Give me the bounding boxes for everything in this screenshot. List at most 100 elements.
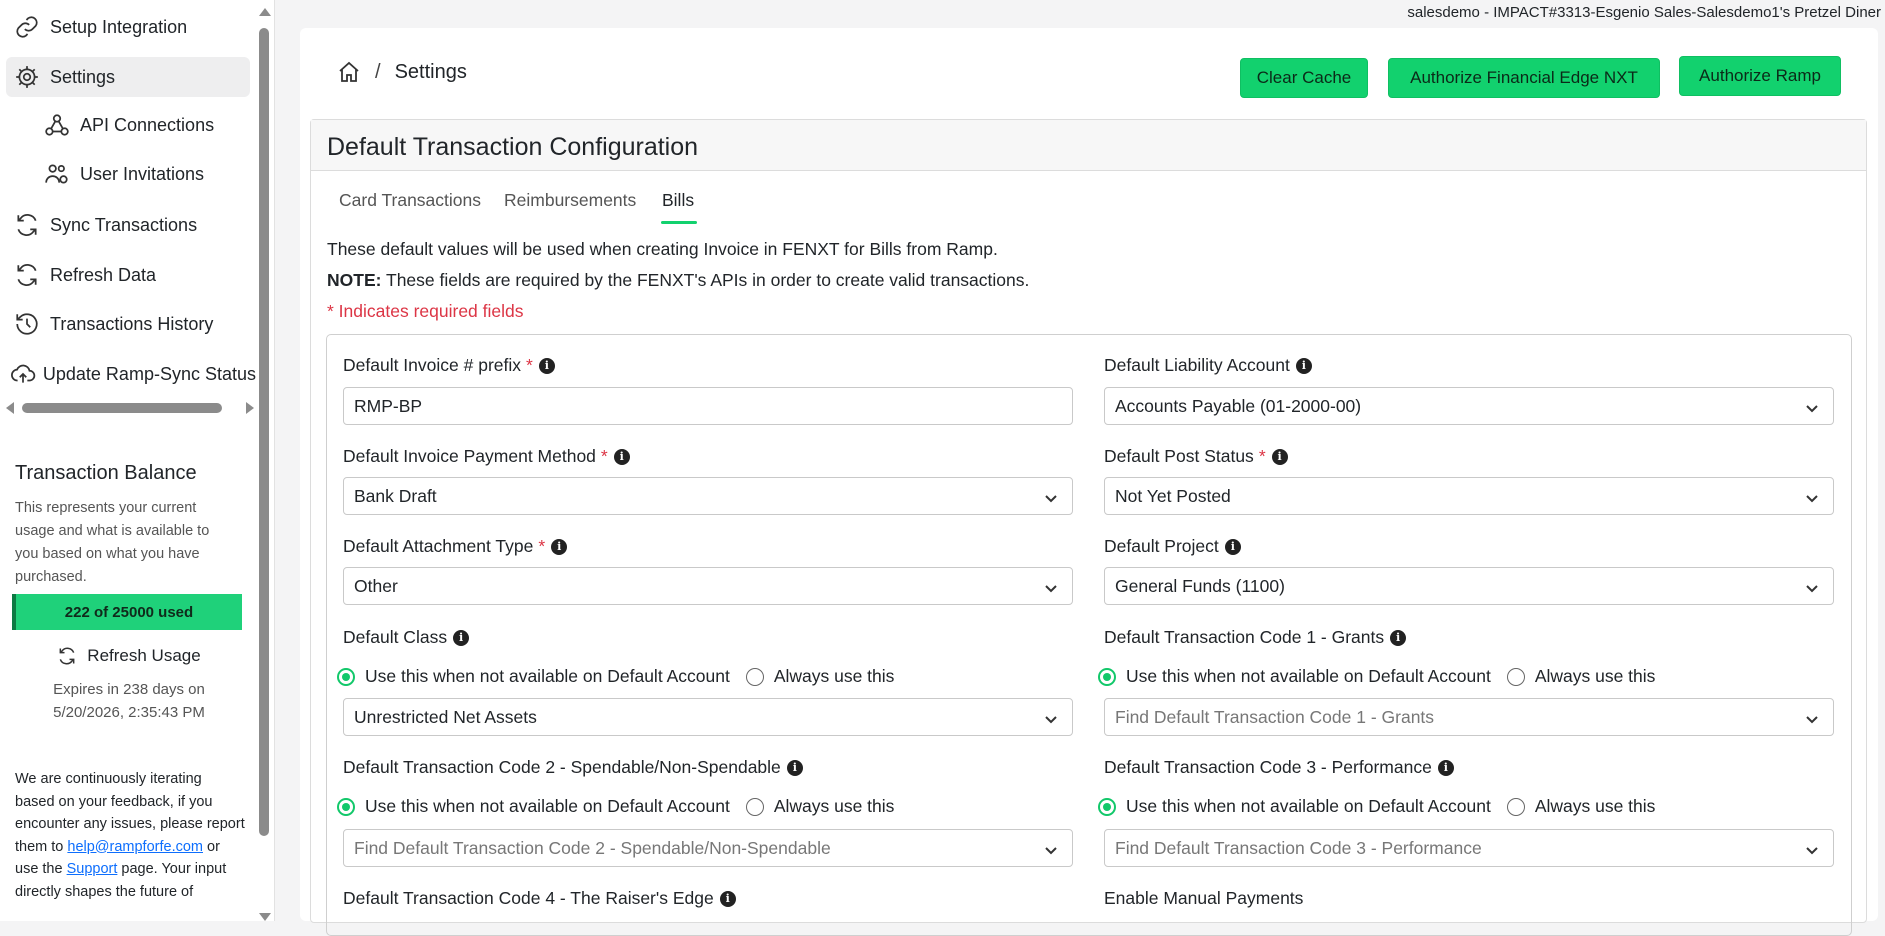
- info-icon[interactable]: i: [613, 448, 630, 465]
- label-text: Default Post Status: [1104, 446, 1254, 466]
- info-icon[interactable]: i: [1390, 629, 1407, 646]
- select-placeholder: Find Default Transaction Code 1 - Grants: [1115, 706, 1435, 727]
- scroll-left-arrow-icon[interactable]: [6, 402, 14, 414]
- radio-use-when-not-available[interactable]: [1098, 797, 1116, 816]
- cloud-upload-icon: [10, 360, 37, 388]
- sidebar-item-settings[interactable]: Settings: [6, 57, 250, 97]
- home-icon[interactable]: [337, 60, 361, 84]
- scroll-right-arrow-icon[interactable]: [246, 402, 254, 414]
- radio-use-when-not-available[interactable]: [1098, 667, 1116, 686]
- sidebar-item-label: Transactions History: [50, 313, 214, 334]
- sidebar-item-update-ramp-sync-status[interactable]: Update Ramp-Sync Status: [6, 354, 256, 394]
- link-icon: [10, 13, 44, 41]
- webhook-icon: [40, 111, 74, 139]
- info-icon[interactable]: i: [786, 759, 803, 776]
- sidebar-horizontal-scrollbar[interactable]: [4, 400, 254, 416]
- sidebar-item-user-invitations[interactable]: User Invitations: [36, 154, 250, 194]
- tc3-label: Default Transaction Code 3 - Performance…: [1104, 757, 1454, 778]
- info-text: These default values will be used when c…: [327, 239, 998, 259]
- radio-use-when-not-available[interactable]: [337, 797, 355, 816]
- chevron-down-icon: [1044, 710, 1058, 724]
- class-select[interactable]: Unrestricted Net Assets: [343, 698, 1073, 736]
- sidebar-item-transactions-history[interactable]: Transactions History: [6, 304, 250, 344]
- support-email-link[interactable]: help@rampforfe.com: [67, 839, 203, 855]
- select-value: General Funds (1100): [1115, 575, 1285, 596]
- note-label: NOTE:: [327, 270, 382, 290]
- tc2-select[interactable]: Find Default Transaction Code 2 - Spenda…: [343, 829, 1073, 867]
- radio-label: Always use this: [773, 666, 895, 686]
- authorize-ramp-button[interactable]: Authorize Ramp: [1679, 56, 1841, 96]
- sidebar-item-api-connections[interactable]: API Connections: [36, 105, 250, 145]
- chevron-down-icon: [1044, 579, 1058, 593]
- class-label: Default Class i: [343, 627, 470, 648]
- label-text: Default Liability Account: [1104, 355, 1290, 375]
- info-icon[interactable]: i: [453, 629, 470, 646]
- label-text: Default Transaction Code 3 - Performance: [1104, 757, 1432, 777]
- tc1-radio-group: Use this when not available on Default A…: [1098, 666, 1655, 687]
- invoice-prefix-input[interactable]: RMP-BP: [343, 387, 1073, 425]
- transaction-balance-title: Transaction Balance: [15, 462, 197, 484]
- label-text: Default Attachment Type: [343, 536, 534, 556]
- scroll-up-arrow-icon[interactable]: [259, 8, 271, 16]
- refresh-icon: [10, 261, 44, 289]
- sidebar-item-setup-integration[interactable]: Setup Integration: [6, 7, 250, 47]
- tc3-select[interactable]: Find Default Transaction Code 3 - Perfor…: [1104, 829, 1834, 867]
- payment-method-label: Default Invoice Payment Method * i: [343, 446, 630, 467]
- payment-method-select[interactable]: Bank Draft: [343, 477, 1073, 515]
- attachment-type-select[interactable]: Other: [343, 567, 1073, 605]
- info-icon[interactable]: i: [1271, 448, 1288, 465]
- radio-always-use[interactable]: [1506, 797, 1525, 816]
- chevron-down-icon: [1044, 841, 1058, 855]
- label-text: Default Project: [1104, 536, 1219, 556]
- transaction-configuration-section: Default Transaction Configuration Card T…: [310, 119, 1867, 936]
- support-page-link[interactable]: Support: [67, 861, 118, 877]
- tenant-name: salesdemo - IMPACT#3313-Esgenio Sales-Sa…: [1407, 4, 1881, 21]
- radio-always-use[interactable]: [1506, 667, 1525, 686]
- tab-reimbursements[interactable]: Reimbursements: [504, 190, 636, 211]
- post-status-select[interactable]: Not Yet Posted: [1104, 477, 1834, 515]
- radio-use-when-not-available[interactable]: [337, 667, 355, 686]
- liability-account-label: Default Liability Account i: [1104, 355, 1312, 376]
- sidebar-item-refresh-data[interactable]: Refresh Data: [6, 255, 250, 295]
- sidebar-vertical-scrollbar[interactable]: [258, 6, 272, 921]
- sidebar-item-sync-transactions[interactable]: Sync Transactions: [6, 205, 250, 245]
- class-radio-group: Use this when not available on Default A…: [337, 666, 894, 687]
- liability-account-select[interactable]: Accounts Payable (01-2000-00): [1104, 387, 1834, 425]
- page-title: Settings: [394, 60, 467, 83]
- chevron-down-icon: [1805, 579, 1819, 593]
- info-icon[interactable]: i: [1295, 357, 1312, 374]
- scrollbar-thumb[interactable]: [22, 403, 222, 413]
- tc3-radio-group: Use this when not available on Default A…: [1098, 796, 1655, 817]
- tc4-label: Default Transaction Code 4 - The Raiser'…: [343, 888, 736, 909]
- authorize-financial-edge-button[interactable]: Authorize Financial Edge NXT: [1388, 58, 1660, 98]
- info-icon[interactable]: i: [719, 890, 736, 907]
- required-star: *: [600, 446, 608, 466]
- clear-cache-button[interactable]: Clear Cache: [1240, 58, 1368, 98]
- users-gear-icon: [40, 160, 74, 188]
- tab-card-transactions[interactable]: Card Transactions: [339, 190, 481, 211]
- refresh-usage-label: Refresh Usage: [87, 646, 201, 665]
- tc2-label: Default Transaction Code 2 - Spendable/N…: [343, 757, 803, 778]
- refresh-usage-button[interactable]: Refresh Usage: [12, 646, 246, 666]
- note-text: NOTE: These fields are required by the F…: [327, 270, 1029, 291]
- scroll-down-arrow-icon[interactable]: [259, 913, 271, 921]
- expiry-line-2: 5/20/2026, 2:35:43 PM: [53, 704, 205, 721]
- info-icon[interactable]: i: [1437, 759, 1454, 776]
- radio-label: Use this when not available on Default A…: [1126, 796, 1491, 816]
- tc1-label: Default Transaction Code 1 - Grants i: [1104, 627, 1407, 648]
- chevron-down-icon: [1044, 489, 1058, 503]
- radio-always-use[interactable]: [745, 667, 764, 686]
- label-text: Default Invoice Payment Method: [343, 446, 596, 466]
- info-icon[interactable]: i: [551, 538, 568, 555]
- tc2-radio-group: Use this when not available on Default A…: [337, 796, 894, 817]
- scrollbar-thumb[interactable]: [259, 28, 269, 836]
- tab-bills[interactable]: Bills: [662, 190, 694, 211]
- select-value: Not Yet Posted: [1115, 485, 1231, 506]
- select-value: Unrestricted Net Assets: [354, 706, 537, 727]
- gear-icon: [10, 63, 44, 91]
- tc1-select[interactable]: Find Default Transaction Code 1 - Grants: [1104, 698, 1834, 736]
- radio-always-use[interactable]: [745, 797, 764, 816]
- info-icon[interactable]: i: [1224, 538, 1241, 555]
- info-icon[interactable]: i: [538, 357, 555, 374]
- project-select[interactable]: General Funds (1100): [1104, 567, 1834, 605]
